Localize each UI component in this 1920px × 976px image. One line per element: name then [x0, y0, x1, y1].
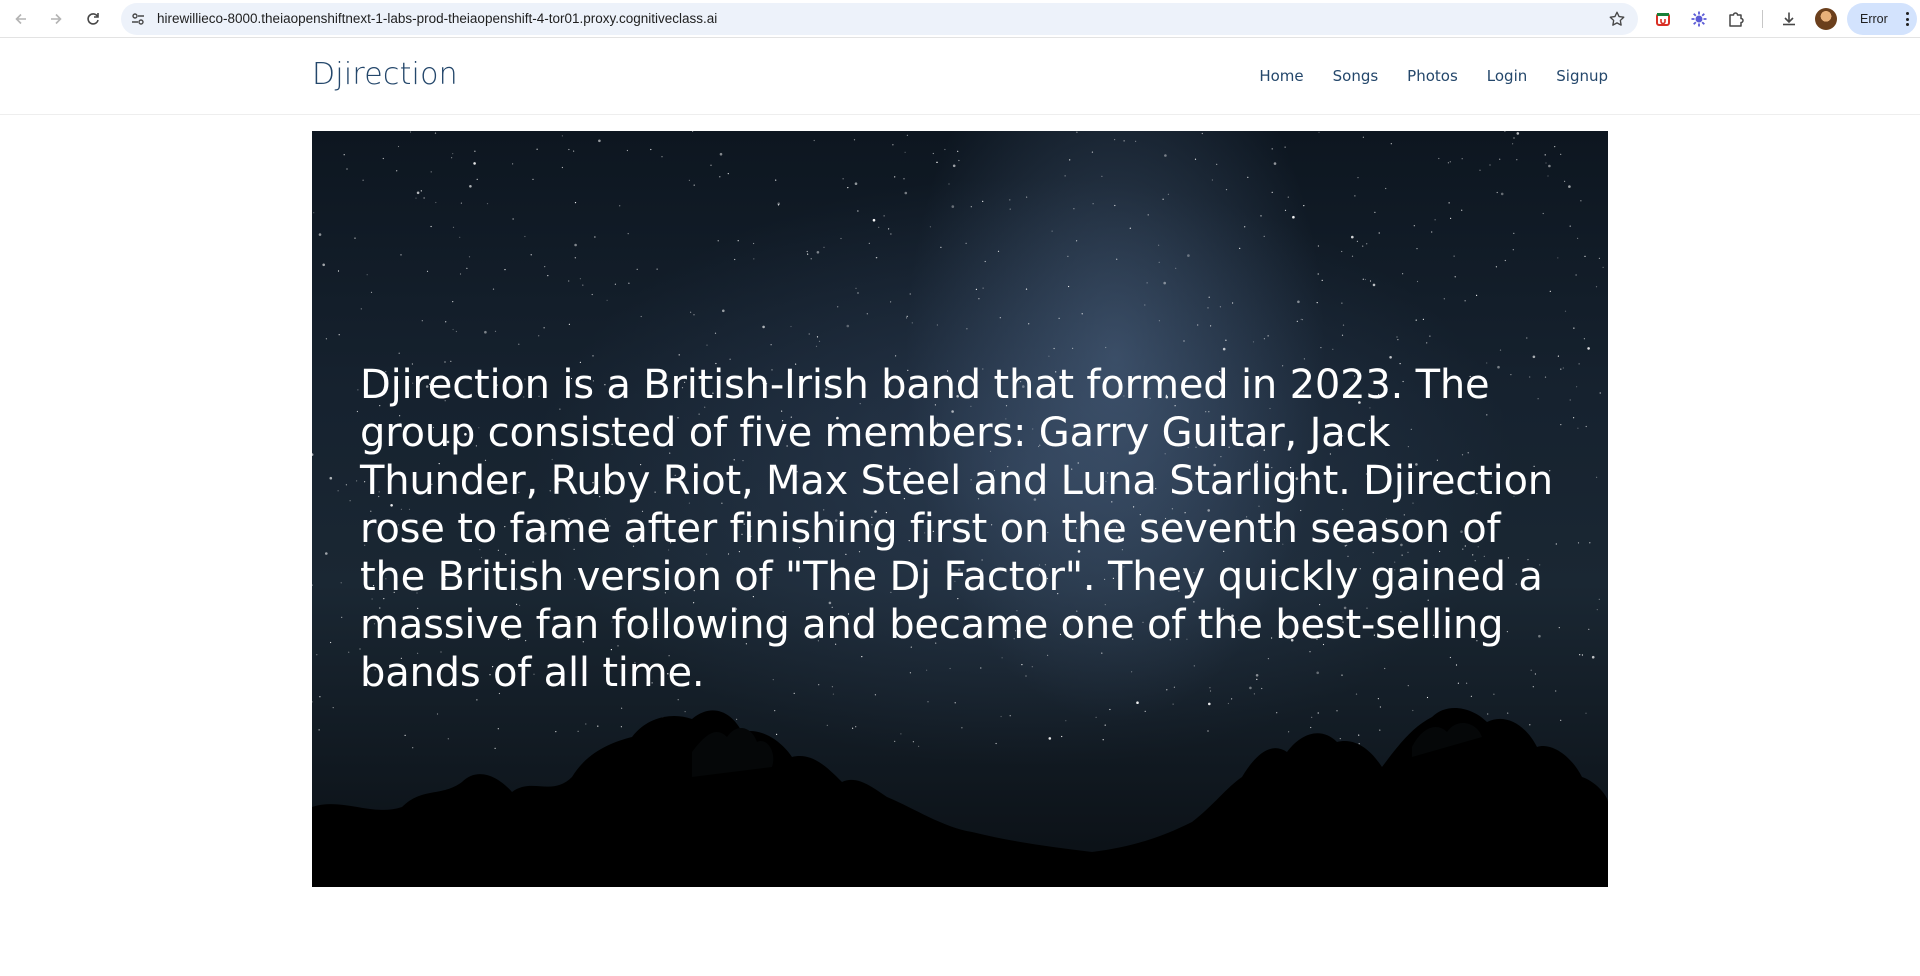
toolbar-separator [1762, 10, 1763, 28]
download-icon[interactable] [1779, 9, 1799, 29]
reload-button[interactable] [80, 6, 106, 32]
hero-banner: Djirection is a British-Irish band that … [312, 131, 1608, 887]
extension-1-icon[interactable] [1653, 9, 1673, 29]
back-button[interactable] [8, 6, 34, 32]
bookmark-star-icon[interactable] [1608, 10, 1626, 28]
profile-avatar[interactable] [1815, 8, 1837, 30]
address-bar[interactable]: hirewillieco-8000.theiaopenshiftnext-1-l… [121, 3, 1638, 35]
site-info-icon[interactable] [130, 11, 146, 27]
browser-toolbar: hirewillieco-8000.theiaopenshiftnext-1-l… [0, 0, 1920, 38]
site-header: Djirection Home Songs Photos Login Signu… [0, 39, 1920, 115]
nav-songs[interactable]: Songs [1333, 67, 1379, 85]
back-icon [15, 13, 26, 25]
main-nav: Home Songs Photos Login Signup [1230, 67, 1608, 85]
profile-error-chip[interactable]: Error [1847, 3, 1917, 35]
nav-photos[interactable]: Photos [1407, 67, 1458, 85]
site-brand[interactable]: Djirection [312, 57, 458, 92]
forward-button[interactable] [43, 6, 69, 32]
nav-home[interactable]: Home [1259, 67, 1303, 85]
nav-signup[interactable]: Signup [1556, 67, 1608, 85]
menu-dots-icon[interactable] [1905, 12, 1909, 26]
extension-2-icon[interactable] [1689, 9, 1709, 29]
nav-login[interactable]: Login [1487, 67, 1527, 85]
url-text[interactable]: hirewillieco-8000.theiaopenshiftnext-1-l… [157, 3, 717, 35]
error-label: Error [1860, 12, 1888, 26]
forward-icon [51, 13, 62, 25]
extensions-puzzle-icon[interactable] [1726, 9, 1746, 29]
reload-icon [87, 13, 99, 25]
hero-description: Djirection is a British-Irish band that … [360, 362, 1553, 696]
